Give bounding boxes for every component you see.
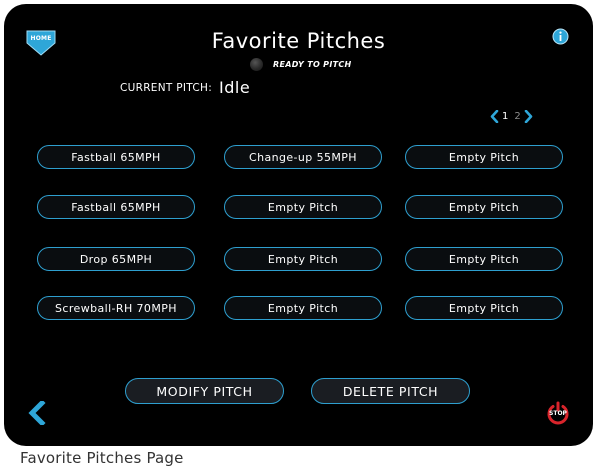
pitch-button-12[interactable]: Empty Pitch: [405, 296, 563, 320]
delete-pitch-button[interactable]: DELETE PITCH: [311, 378, 470, 404]
pitch-button-7[interactable]: Drop 65MPH: [37, 247, 195, 271]
stop-button[interactable]: STOP: [546, 401, 570, 425]
info-icon[interactable]: [552, 28, 569, 45]
figure-caption: Favorite Pitches Page: [20, 449, 184, 467]
modify-pitch-button[interactable]: MODIFY PITCH: [125, 378, 284, 404]
current-pitch-label: CURRENT PITCH:: [120, 82, 213, 94]
pitch-button-8[interactable]: Empty Pitch: [224, 247, 382, 271]
status-light-icon: [250, 57, 263, 71]
pitch-button-4[interactable]: Fastball 65MPH: [37, 195, 195, 219]
status-text: READY TO PITCH: [273, 59, 352, 69]
chevron-right-icon[interactable]: [524, 109, 533, 123]
stop-label: STOP: [549, 410, 567, 417]
pitch-button-5[interactable]: Empty Pitch: [224, 195, 382, 219]
app-screen: HOME Favorite Pitches READY TO PITCH CUR…: [4, 4, 593, 446]
pitch-button-9[interactable]: Empty Pitch: [405, 247, 563, 271]
pitch-button-3[interactable]: Empty Pitch: [405, 145, 563, 169]
page-1-link[interactable]: 1: [502, 111, 508, 122]
pitch-button-2[interactable]: Change-up 55MPH: [224, 145, 382, 169]
pitch-button-11[interactable]: Empty Pitch: [224, 296, 382, 320]
back-chevron-icon[interactable]: [26, 401, 48, 425]
page-title: Favorite Pitches: [211, 29, 386, 53]
chevron-left-icon[interactable]: [490, 109, 499, 123]
pagination: 1 2: [490, 109, 533, 123]
pitch-button-1[interactable]: Fastball 65MPH: [37, 145, 195, 169]
pitch-button-6[interactable]: Empty Pitch: [405, 195, 563, 219]
current-pitch-value: Idle: [219, 78, 251, 97]
status-indicator: READY TO PITCH: [250, 57, 352, 71]
page-2-link[interactable]: 2: [514, 111, 520, 122]
pitch-button-10[interactable]: Screwball-RH 70MPH: [37, 296, 195, 320]
